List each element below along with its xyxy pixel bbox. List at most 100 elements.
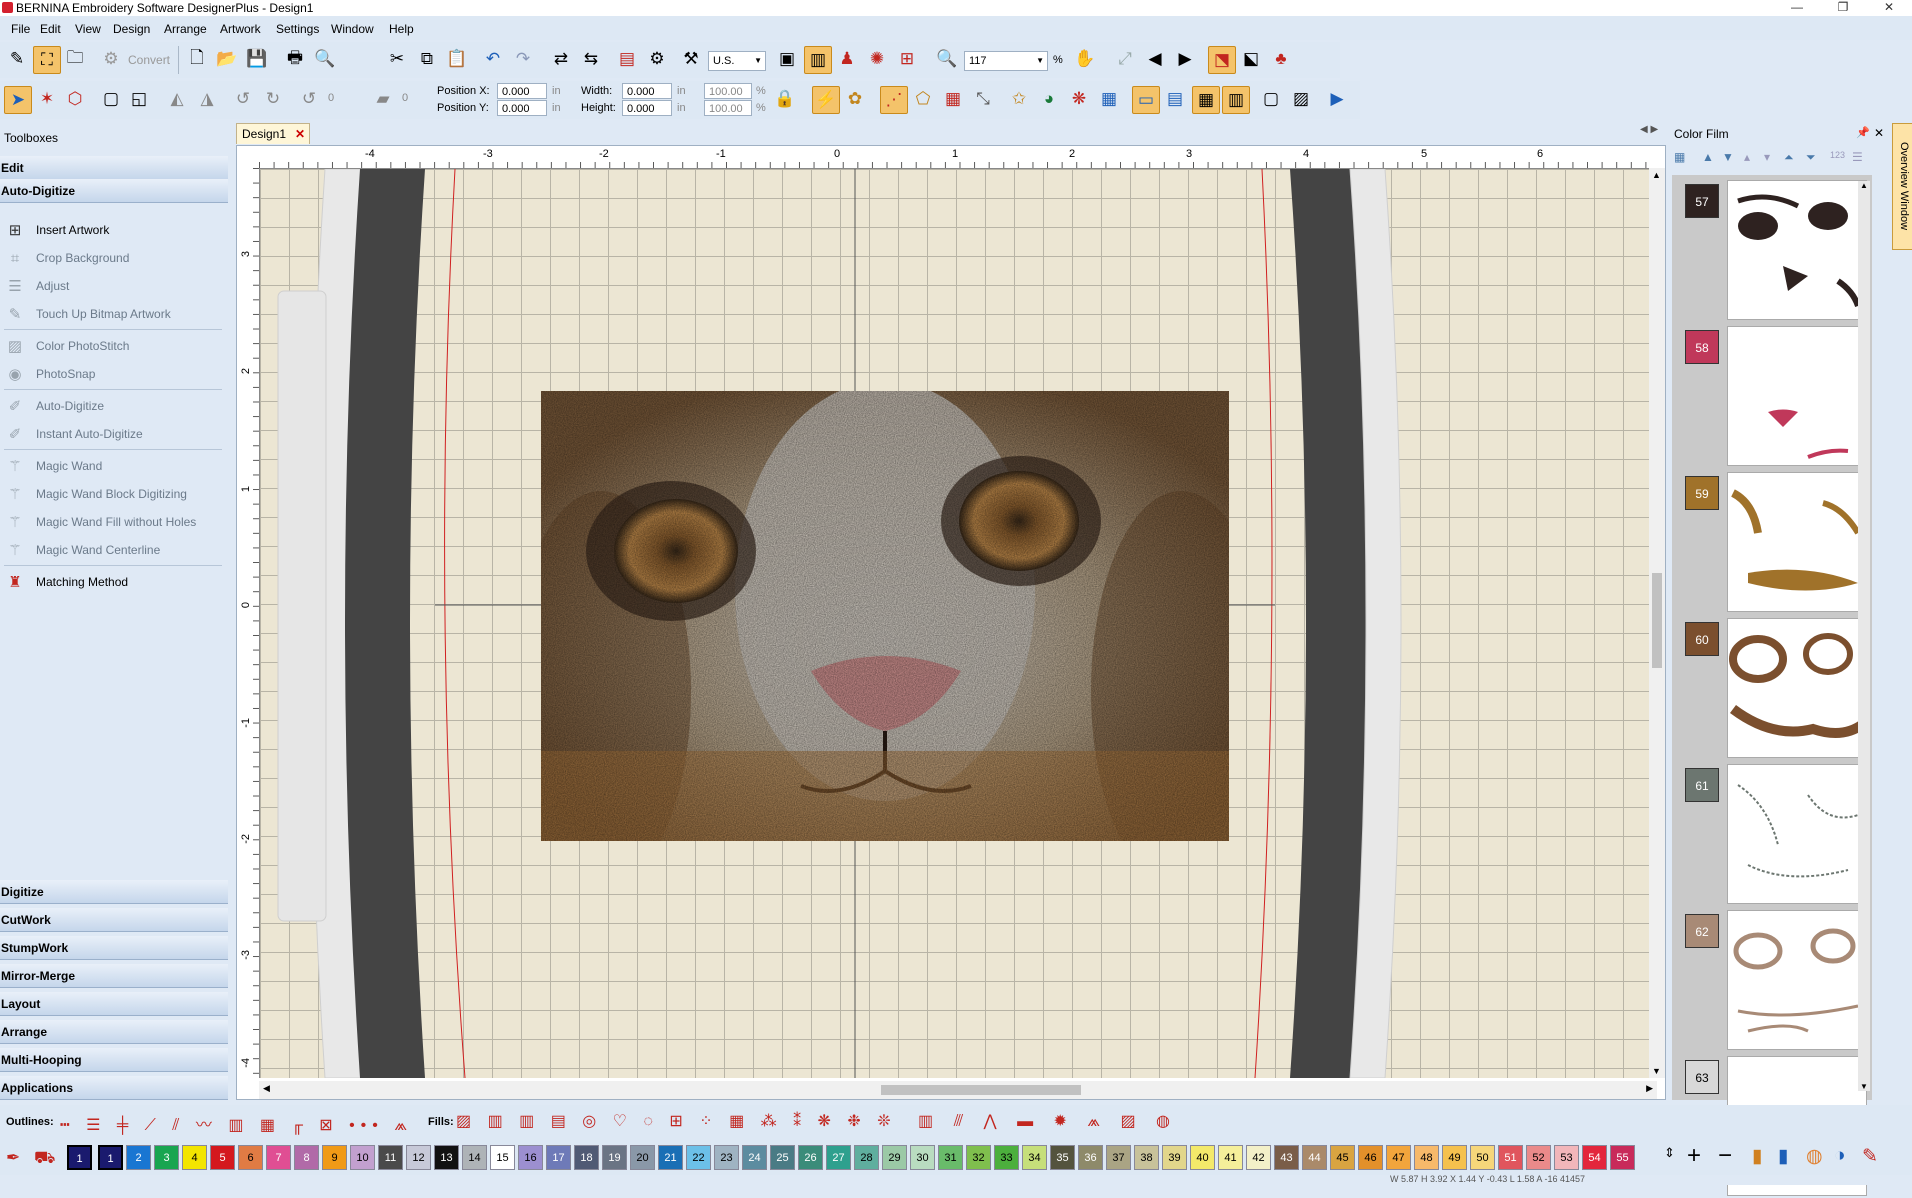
color-swatch-1[interactable]: 1 [98, 1145, 123, 1170]
rotate-angle-icon[interactable]: ↺ [296, 86, 322, 112]
special-stitch-icons[interactable]: ▥ ⫻ ⋀ ▬ ✹ ⩕ ▨ ◍ [918, 1111, 1178, 1131]
move-up-icon[interactable]: ▴ [1744, 150, 1750, 164]
tools-icon[interactable]: ⚒ [678, 46, 704, 72]
tool-color-photostitch[interactable]: ▨ Color PhotoStitch [4, 334, 224, 358]
color-swatch-8[interactable]: 8 [294, 1145, 319, 1170]
move-down-icon[interactable]: ▾ [1764, 150, 1770, 164]
tool-adjust[interactable]: ☰ Adjust [4, 274, 224, 298]
tool-magic-wand-fill[interactable]: ⚚ Magic Wand Fill without Holes [4, 510, 224, 534]
color-swatch-5[interactable]: 5 [210, 1145, 235, 1170]
color-swatch-37[interactable]: 37 [1106, 1145, 1131, 1170]
ungroup-icon[interactable]: ◱ [126, 86, 152, 112]
eyedropper-icon[interactable]: ✒ [6, 1148, 20, 1168]
reshape-node-icon[interactable]: ⤡ [970, 86, 996, 112]
sequence-icon[interactable]: 123 [1830, 150, 1845, 160]
rotate-angle-value[interactable]: 0 [328, 92, 334, 104]
color-swatch-28[interactable]: 28 [854, 1145, 879, 1170]
reshape-icon[interactable]: ⤢ [1112, 46, 1138, 72]
show-bitmap-icon[interactable]: ▨ [1288, 86, 1314, 112]
color-blend-icon[interactable]: ◍ [1806, 1145, 1823, 1168]
color-swatch-45[interactable]: 45 [1330, 1145, 1355, 1170]
menu-arrange[interactable]: Arrange [164, 22, 207, 36]
color-swatch-25[interactable]: 25 [770, 1145, 795, 1170]
color-swatch-10[interactable]: 10 [350, 1145, 375, 1170]
pan-hand-icon[interactable]: ✋ [1072, 46, 1098, 72]
mirror-horizontal-icon[interactable]: ◮ [194, 86, 220, 112]
zoom-icon[interactable]: 🔍 [934, 46, 960, 72]
color-swatch-46[interactable]: 46 [1358, 1145, 1383, 1170]
color-swatch-15[interactable]: 15 [490, 1145, 515, 1170]
fill-stitch-icons[interactable]: ▨ ▥ ▥ ▤ ◎ ♡ ◌ ⊞ ⁘ ▦ ⁂ ⁑ ❋ ❉ ❊ [456, 1111, 897, 1131]
section-mirror-merge[interactable]: Mirror-Merge [0, 964, 228, 988]
color-wheel-tool-icon[interactable]: ▮ [1778, 1145, 1788, 1168]
color-swatch-3[interactable]: 3 [154, 1145, 179, 1170]
color-swatch-48[interactable]: 48 [1414, 1145, 1439, 1170]
slant-value[interactable]: 0 [402, 92, 408, 104]
embroidery-design[interactable] [541, 391, 1229, 841]
color-swatch-33[interactable]: 33 [994, 1145, 1019, 1170]
color-swatch-32[interactable]: 32 [966, 1145, 991, 1170]
close-panel-icon[interactable]: ✕ [1874, 126, 1884, 140]
remove-color-icon[interactable]: − [1718, 1144, 1732, 1168]
outline-stitch-icons[interactable]: ┅ ☰ ╪ ⟋ ⫽ 〰 ▥ ▦ ╓ ⊠ ••• ⩕ [60, 1111, 413, 1135]
edit-mode-icon[interactable]: ✎ [4, 46, 30, 72]
show-design-icon[interactable]: ▣ [774, 46, 800, 72]
import-icon[interactable]: ⇆ [578, 46, 604, 72]
color-swatch-52[interactable]: 52 [1526, 1145, 1551, 1170]
width-field[interactable]: 0.000 [622, 83, 672, 99]
overview-window-tab[interactable]: Overview Window [1892, 123, 1912, 250]
color-swatch-29[interactable]: 29 [882, 1145, 907, 1170]
show-ruler-icon[interactable]: ▥ [1222, 86, 1250, 114]
color-swatch-31[interactable]: 31 [938, 1145, 963, 1170]
height-field[interactable]: 0.000 [622, 100, 672, 116]
zoom-input[interactable]: 117 ▼ [964, 51, 1048, 71]
scale-width-field[interactable]: 100.00 [704, 83, 752, 99]
multi-hoop-icon[interactable]: ▤ [1162, 86, 1188, 112]
section-applications[interactable]: Applications [0, 1076, 228, 1100]
minimize-button[interactable]: — [1774, 0, 1820, 16]
menu-help[interactable]: Help [389, 22, 414, 36]
polygon-select-icon[interactable]: ⬡ [62, 86, 88, 112]
tool-magic-wand[interactable]: ⚚ Magic Wand [4, 454, 224, 478]
color-swatch-7[interactable]: 7 [266, 1145, 291, 1170]
show-hoop-icon[interactable]: ▥ [804, 46, 832, 74]
color-sort-icon[interactable]: ⬔ [1208, 46, 1236, 74]
scale-height-field[interactable]: 100.00 [704, 100, 752, 116]
section-cutwork[interactable]: CutWork [0, 908, 228, 932]
copy-icon[interactable]: ⧉ [414, 46, 440, 72]
move-last-icon[interactable]: ▼ [1722, 150, 1734, 164]
color-film-list[interactable]: 57 58 59 60 61 62 63 ▲ ▼ [1672, 175, 1872, 1196]
color-swatch-13[interactable]: 13 [434, 1145, 459, 1170]
color-swatch-11[interactable]: 11 [378, 1145, 403, 1170]
section-arrange[interactable]: Arrange [0, 1020, 228, 1044]
color-swatch-43[interactable]: 43 [1274, 1145, 1299, 1170]
color-swatch-16[interactable]: 16 [518, 1145, 543, 1170]
color-sync-icon[interactable]: ◑ [1834, 1145, 1845, 1167]
color-swatch-19[interactable]: 19 [602, 1145, 627, 1170]
previous-icon[interactable]: ◀ [1142, 46, 1168, 72]
print-icon[interactable]: 🖶 [282, 46, 308, 72]
film-frame-59[interactable]: 59 [1677, 472, 1867, 614]
color-wheel-icon[interactable]: ◕ [1036, 86, 1062, 112]
color-swatch-40[interactable]: 40 [1190, 1145, 1215, 1170]
color-swatch-21[interactable]: 21 [658, 1145, 683, 1170]
menu-edit[interactable]: Edit [40, 22, 61, 36]
color-swatch-36[interactable]: 36 [1078, 1145, 1103, 1170]
position-y-field[interactable]: 0.000 [497, 100, 547, 116]
film-menu-icon[interactable]: ☰ [1852, 150, 1863, 164]
select-point-icon[interactable]: ✶ [34, 86, 60, 112]
stamp-icon[interactable]: ♟ [834, 46, 860, 72]
shape-icon[interactable]: ⬠ [910, 86, 936, 112]
film-scrollbar[interactable]: ▲ ▼ [1858, 181, 1870, 1091]
grid-icon[interactable]: ▦ [1096, 86, 1122, 112]
edit-colors-icon[interactable]: ✎ [1862, 1145, 1878, 1168]
color-swatch-23[interactable]: 23 [714, 1145, 739, 1170]
show-artwork-icon[interactable]: ▢ [1258, 86, 1284, 112]
color-swatch-6[interactable]: 6 [238, 1145, 263, 1170]
color-swatch-30[interactable]: 30 [910, 1145, 935, 1170]
color-swatch-34[interactable]: 34 [1022, 1145, 1047, 1170]
hoop-icon[interactable]: ▭ [1132, 86, 1160, 114]
rotate-right-icon[interactable]: ↻ [260, 86, 286, 112]
film-frame-60[interactable]: 60 [1677, 618, 1867, 760]
color-swatch-18[interactable]: 18 [574, 1145, 599, 1170]
